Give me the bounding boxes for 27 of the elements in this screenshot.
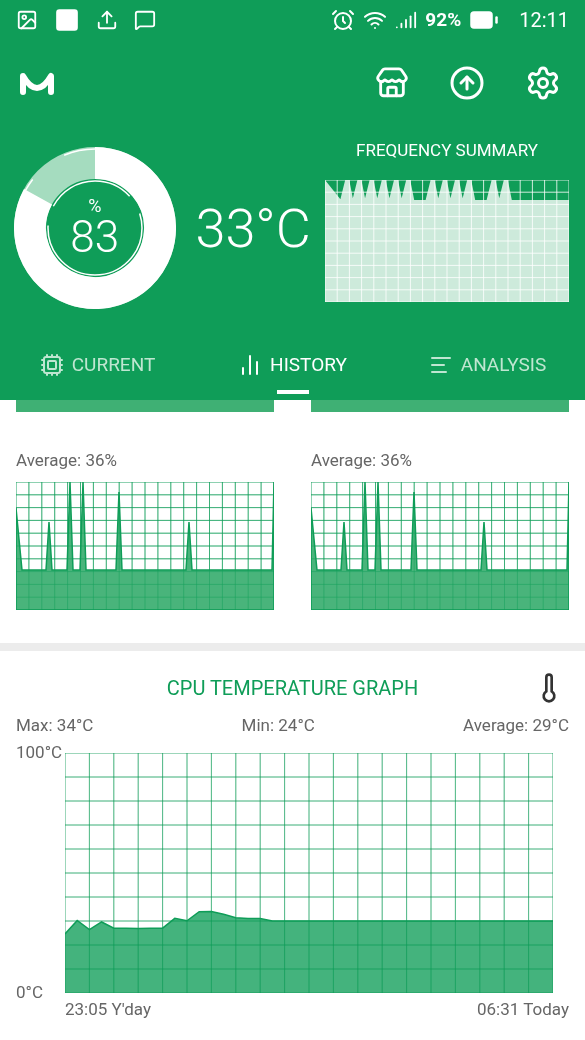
card-title: CPU TEMPERATURE GRAPH: [166, 675, 419, 702]
tab[interactable]: HISTORY: [195, 330, 390, 400]
square-icon: [54, 7, 80, 33]
max-temperature: Max: 34°C: [16, 717, 94, 734]
average-label: Average: 36%: [311, 449, 413, 472]
axis-label: 23:05 Y'day: [65, 998, 151, 1021]
average-label: Average: 36%: [16, 449, 118, 472]
temperature-reading: 33°C: [195, 195, 312, 262]
logo-icon: [20, 70, 54, 96]
cpu-icon: [39, 353, 64, 377]
tab[interactable]: ANALYSIS: [390, 330, 585, 400]
min-temperature: Min: 24°C: [241, 717, 315, 734]
axis-label: 0°C: [16, 984, 43, 1001]
clock-time: 12:11: [519, 7, 569, 34]
image-icon: [16, 9, 38, 31]
signal-icon: [395, 9, 418, 31]
axis-label: 06:31 Today: [477, 998, 569, 1021]
alarm-icon: [331, 8, 356, 32]
gauge-unit: %: [88, 197, 102, 215]
chat-icon: [134, 9, 156, 31]
axis-label: 100°C: [16, 744, 63, 761]
gauge-value: 83: [70, 215, 120, 259]
upload-icon: [96, 9, 118, 31]
chart-title: FREQUENCY SUMMARY: [356, 139, 538, 163]
tab[interactable]: CURRENT: [0, 330, 195, 400]
average-temperature: Average: 29°C: [463, 717, 569, 734]
battery-percent: 92%: [425, 6, 462, 33]
